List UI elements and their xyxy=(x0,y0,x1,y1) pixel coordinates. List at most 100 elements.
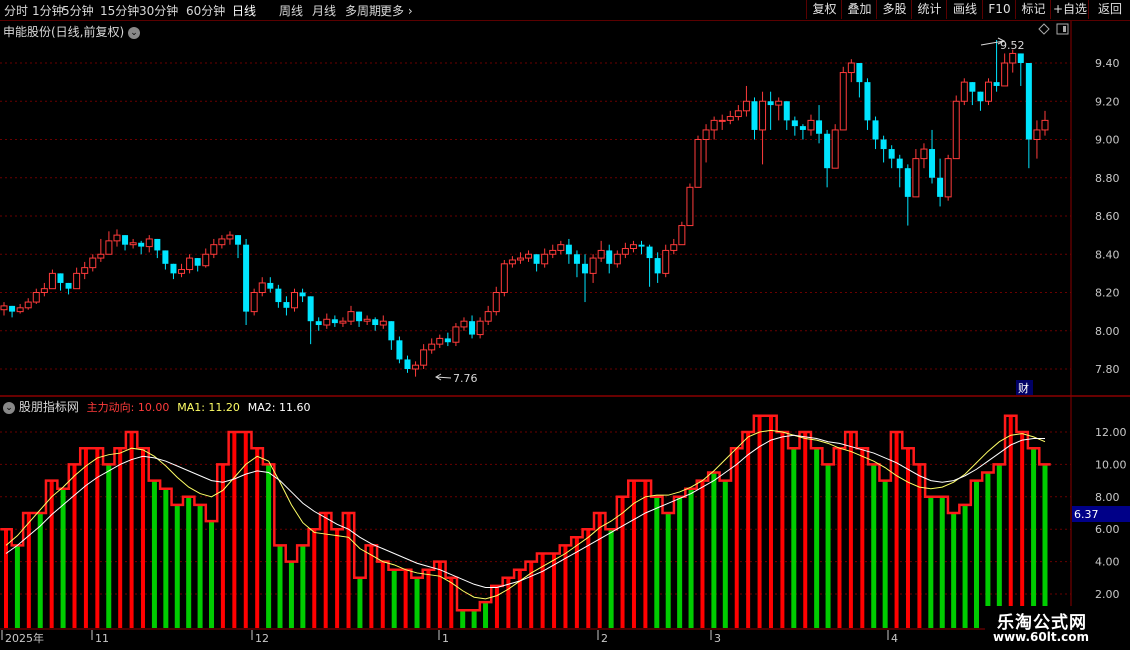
indicator-bar xyxy=(460,610,466,628)
indicator-bar xyxy=(506,577,511,628)
candle-body xyxy=(888,149,895,159)
period-tab-2[interactable]: 5分钟 xyxy=(62,2,94,19)
toolbar-button-7[interactable]: +自选 xyxy=(1050,0,1089,19)
chevron-down-icon[interactable]: ⌄ xyxy=(128,26,141,39)
period-tab-3[interactable]: 15分钟 xyxy=(100,2,139,19)
candle-body xyxy=(597,249,605,259)
candle-body xyxy=(856,63,863,83)
candle-body xyxy=(339,320,347,324)
price-tick-label: 8.60 xyxy=(1095,210,1120,223)
toolbar-button-0[interactable]: 复权 xyxy=(806,0,842,19)
indicator-bar xyxy=(996,464,1002,628)
indicator-bar xyxy=(14,545,20,628)
candle-body xyxy=(952,100,960,160)
candle-body xyxy=(508,259,516,265)
candle-body xyxy=(654,258,661,274)
candle-body xyxy=(356,311,363,322)
candle-body xyxy=(16,307,24,313)
candle-body xyxy=(291,292,299,309)
candle-body xyxy=(0,305,8,311)
candle-body xyxy=(48,272,56,290)
indicator-bar xyxy=(814,448,820,628)
candle-body xyxy=(629,244,637,250)
candle-body xyxy=(315,321,322,326)
period-tab-0[interactable]: 分时 xyxy=(4,2,28,19)
indicator-bar xyxy=(471,610,477,628)
price-tick-label: 9.20 xyxy=(1095,95,1120,108)
indicator-bar xyxy=(1008,415,1013,628)
indicator-bar xyxy=(83,448,88,628)
indicator-bar xyxy=(917,464,922,628)
candle-body xyxy=(129,242,137,246)
chevron-down-icon[interactable]: ⌄ xyxy=(3,401,15,414)
indicator-name[interactable]: 股朋指标网 xyxy=(19,400,79,414)
indicator-bar xyxy=(141,448,146,628)
candle-body xyxy=(937,177,944,197)
main-panel-title[interactable]: 申能股份(日线,前复权) ⌄ xyxy=(3,23,141,40)
toolbar-button-1[interactable]: 叠加 xyxy=(841,0,877,19)
candle-body xyxy=(678,225,686,246)
indicator-bar xyxy=(894,432,899,628)
candle-body xyxy=(589,257,597,274)
price-tick-label: 9.40 xyxy=(1095,57,1120,70)
candle-body xyxy=(807,119,815,131)
period-tab-5[interactable]: 60分钟 xyxy=(186,2,225,19)
candle-body xyxy=(880,139,887,150)
candle-body xyxy=(791,120,798,127)
date-tick-label: 3 xyxy=(714,632,721,645)
toolbar-button-2[interactable]: 多股 xyxy=(876,0,912,19)
candle-body xyxy=(516,257,524,261)
candle-body xyxy=(500,263,508,293)
indicator-bar xyxy=(414,577,420,628)
indicator-tick-label: 6.00 xyxy=(1095,523,1120,536)
period-tab-6[interactable]: 日线 xyxy=(232,2,256,19)
indicator-bar xyxy=(37,513,43,628)
candle-body xyxy=(1001,62,1009,87)
candle-body xyxy=(872,120,879,140)
indicator-tick-label: 4.00 xyxy=(1095,556,1120,569)
indicator-bar xyxy=(597,513,602,628)
period-tab-8[interactable]: 月线 xyxy=(312,2,336,19)
indicator-bar xyxy=(643,480,648,628)
candle-body xyxy=(831,129,839,169)
indicator-bar xyxy=(95,448,100,628)
candle-body xyxy=(734,110,742,118)
candle-body xyxy=(307,296,314,322)
candle-body xyxy=(154,238,161,251)
toolbar-button-5[interactable]: F10 xyxy=(982,0,1016,19)
indicator-bar xyxy=(780,432,785,628)
period-tab-9[interactable]: 多周期 xyxy=(345,2,381,19)
candle-body xyxy=(702,129,710,140)
indicator-bar xyxy=(529,561,534,628)
period-tab-7[interactable]: 周线 xyxy=(279,2,303,19)
period-tab-1[interactable]: 1分钟 xyxy=(32,2,64,19)
price-tick-label: 8.20 xyxy=(1095,287,1120,300)
indicator-bar xyxy=(449,577,454,628)
toolbar-button-6[interactable]: 标记 xyxy=(1015,0,1051,19)
candle-body xyxy=(202,253,210,267)
candle-body xyxy=(243,244,250,312)
candle-body xyxy=(533,254,540,264)
candle-body xyxy=(492,292,500,313)
toolbar-button-8[interactable]: 返回 xyxy=(1088,0,1130,19)
period-tab-10[interactable]: 更多 › xyxy=(380,2,413,19)
candle-body xyxy=(582,263,589,274)
candle-body xyxy=(347,311,355,322)
candle-body xyxy=(557,244,565,251)
candle-body xyxy=(662,249,670,274)
indicator-bar xyxy=(905,448,910,628)
candle-body xyxy=(404,359,411,369)
indicator-bar xyxy=(665,513,671,628)
watermark: 乐淘公式网 www.60lt.com xyxy=(985,606,1130,650)
indicator-bar xyxy=(426,569,431,628)
candle-body xyxy=(9,305,16,312)
candle-body xyxy=(686,186,694,227)
toolbar-button-3[interactable]: 统计 xyxy=(911,0,947,19)
indicator-bar xyxy=(186,496,192,628)
period-tab-4[interactable]: 30分钟 xyxy=(139,2,178,19)
indicator-bar xyxy=(266,464,272,628)
toolbar-button-4[interactable]: 画线 xyxy=(946,0,983,19)
candle-body xyxy=(839,72,847,131)
indicator-bar xyxy=(335,529,340,628)
indicator-bar xyxy=(151,480,157,628)
